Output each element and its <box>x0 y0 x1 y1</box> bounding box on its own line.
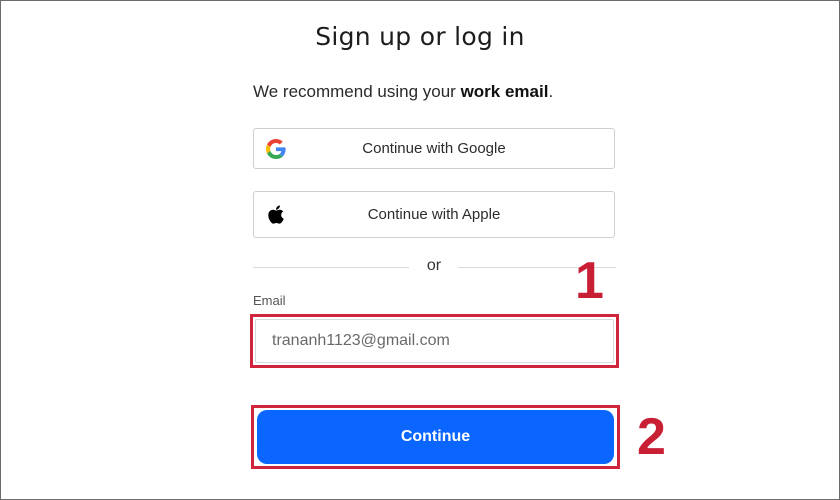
email-field-highlight: trananh1123@gmail.com <box>250 314 619 368</box>
continue-with-google-button[interactable]: Continue with Google <box>253 128 615 169</box>
step-2-annotation: 2 <box>637 408 666 466</box>
apple-icon <box>266 205 286 225</box>
continue-with-apple-label: Continue with Apple <box>367 206 501 223</box>
recommendation-text-bold: work email <box>460 82 549 101</box>
page-title: Sign up or log in <box>315 22 525 51</box>
continue-with-apple-button[interactable]: Continue with Apple <box>253 191 615 238</box>
continue-button[interactable]: Continue <box>257 410 614 464</box>
email-label: Email <box>253 293 286 308</box>
recommendation-text-suffix: . <box>548 82 554 101</box>
step-1-annotation: 1 <box>575 252 604 310</box>
continue-button-highlight: Continue <box>251 405 620 469</box>
continue-with-google-label: Continue with Google <box>362 140 506 157</box>
recommendation-text: We recommend using your work email. <box>253 82 553 102</box>
recommendation-text-prefix: We recommend using your <box>253 82 461 101</box>
google-g-icon <box>266 138 286 159</box>
email-input[interactable]: trananh1123@gmail.com <box>255 319 614 363</box>
divider-or-text: or <box>426 257 442 274</box>
